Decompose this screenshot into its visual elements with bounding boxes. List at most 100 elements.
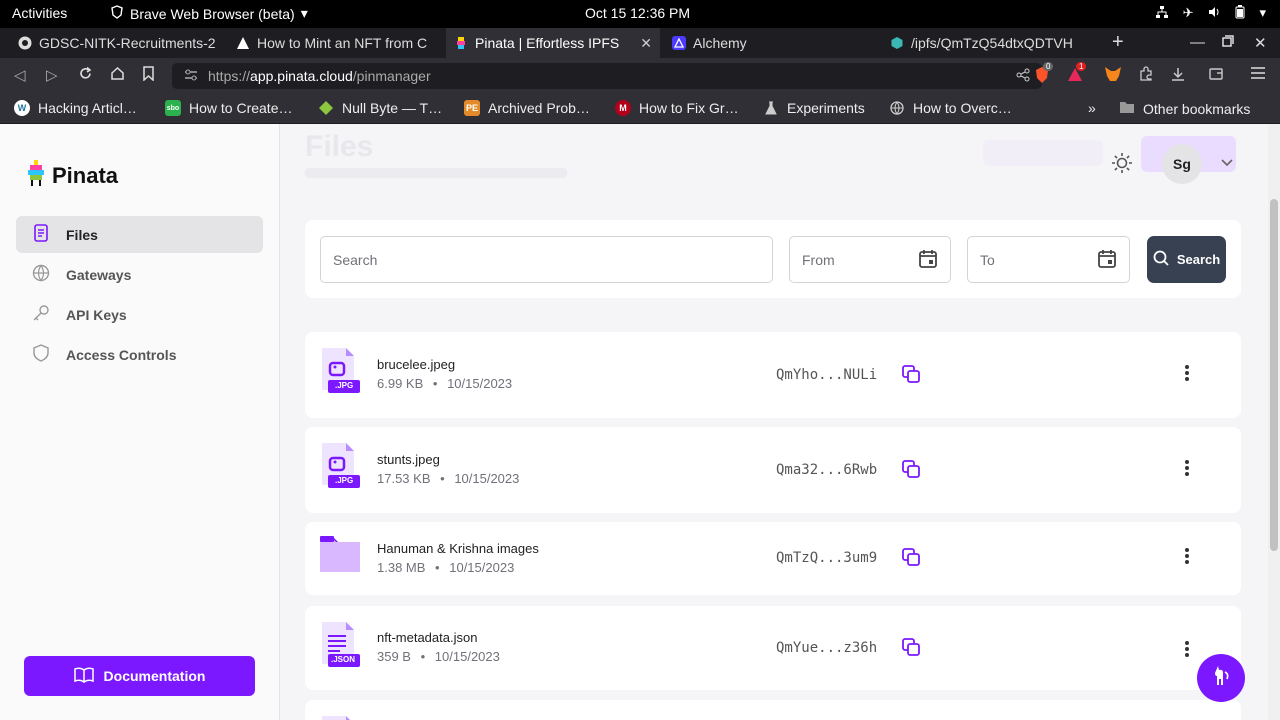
close-tab-icon[interactable]: ✕ xyxy=(640,35,652,52)
search-input[interactable]: Search xyxy=(320,236,773,283)
sun-icon[interactable] xyxy=(1111,152,1133,179)
bookmark-item[interactable]: W Hacking Articl… xyxy=(14,100,137,116)
to-date-field[interactable]: To xyxy=(967,236,1130,283)
documentation-button[interactable]: Documentation xyxy=(24,656,255,696)
more-bookmarks-button[interactable]: » xyxy=(1088,100,1096,116)
copy-icon[interactable] xyxy=(901,547,921,572)
app-name: Brave Web Browser (beta) xyxy=(130,5,295,22)
forward-button[interactable]: ▷ xyxy=(46,66,58,84)
avatar[interactable]: Sg xyxy=(1162,144,1202,184)
globe-icon xyxy=(32,264,50,285)
file-icon xyxy=(32,224,50,245)
copy-icon[interactable] xyxy=(901,459,921,484)
back-button[interactable]: ◁ xyxy=(14,66,26,84)
app-menu[interactable]: Brave Web Browser (beta) ▾ xyxy=(110,5,308,22)
search-button[interactable]: Search xyxy=(1147,236,1226,283)
scrollbar-thumb[interactable] xyxy=(1270,199,1278,551)
meta-separator: • xyxy=(440,471,445,486)
url-bar[interactable]: https://app.pinata.cloud/pinmanager xyxy=(172,63,1042,89)
site-settings-icon[interactable] xyxy=(184,68,198,85)
sidebar-item-access-controls[interactable]: Access Controls xyxy=(16,336,263,373)
more-options-icon[interactable] xyxy=(1185,640,1189,663)
extensions-icon[interactable] xyxy=(1138,66,1154,85)
calendar-icon[interactable] xyxy=(1097,249,1117,272)
system-tray[interactable]: ✈ ▾ xyxy=(1155,5,1266,22)
brave-rewards-icon[interactable]: 1 xyxy=(1066,62,1087,87)
llama-icon xyxy=(1210,664,1232,693)
page-scrollbar[interactable] xyxy=(1268,124,1280,720)
bookmark-item[interactable]: How to Overc… xyxy=(889,100,1012,116)
table-row[interactable]: .JSON nft-metadata.json 359 B • 10/15/20… xyxy=(305,606,1241,690)
reload-button[interactable] xyxy=(78,66,93,85)
folder-icon xyxy=(320,536,360,579)
file-date: 10/15/2023 xyxy=(434,649,500,664)
help-chat-button[interactable] xyxy=(1197,654,1245,702)
sidebar-item-files[interactable]: Files xyxy=(16,216,263,253)
minimize-button[interactable]: — xyxy=(1190,34,1205,51)
hamburger-menu-icon[interactable] xyxy=(1250,66,1266,83)
share-icon[interactable] xyxy=(1016,68,1030,85)
more-options-icon[interactable] xyxy=(1185,364,1189,387)
folder-name[interactable]: Hanuman & Krishna images xyxy=(377,541,539,556)
download-icon[interactable] xyxy=(1170,66,1186,85)
file-name[interactable]: nft-metadata.json xyxy=(377,630,477,645)
more-options-icon[interactable] xyxy=(1185,547,1189,570)
triangle-logo-icon xyxy=(236,36,250,50)
file-meta: 6.99 KB • 10/15/2023 xyxy=(377,376,512,391)
metamask-icon[interactable] xyxy=(1104,66,1122,85)
table-row-partial[interactable] xyxy=(305,700,1241,720)
pinata-logo[interactable]: Pinata xyxy=(28,160,118,192)
bookmark-label: How to Create… xyxy=(189,100,293,116)
bookmark-item[interactable]: Null Byte — T… xyxy=(318,100,442,116)
bookmark-button[interactable] xyxy=(142,66,155,85)
chevron-down-icon[interactable] xyxy=(1221,154,1233,170)
from-date-field[interactable]: From xyxy=(789,236,951,283)
file-name[interactable]: stunts.jpeg xyxy=(377,452,440,467)
maximize-button[interactable] xyxy=(1222,34,1234,51)
file-size: 17.53 KB xyxy=(377,471,431,486)
brave-shields-icon[interactable]: 0 xyxy=(1033,62,1054,87)
copy-icon[interactable] xyxy=(901,637,921,662)
main-content: Files Sg Search From To Search .JPG bruc… xyxy=(281,124,1268,720)
bookmark-item[interactable]: PE Archived Prob… xyxy=(464,100,590,116)
table-row[interactable]: .JPG brucelee.jpeg 6.99 KB • 10/15/2023 … xyxy=(305,332,1241,418)
bookmark-label: How to Fix Gr… xyxy=(639,100,739,116)
file-name[interactable]: brucelee.jpeg xyxy=(377,357,455,372)
sidebar-item-label: API Keys xyxy=(66,306,127,323)
bookmark-label: Other bookmarks xyxy=(1143,100,1251,117)
sbo-icon: sbo xyxy=(165,100,181,116)
new-tab-button[interactable]: + xyxy=(1112,31,1124,54)
close-window-button[interactable]: ✕ xyxy=(1254,34,1267,52)
tab-title: Alchemy xyxy=(693,35,747,51)
bookmark-item[interactable]: sbo How to Create… xyxy=(165,100,292,116)
other-bookmarks-folder[interactable]: Other bookmarks xyxy=(1119,100,1250,117)
page-subtitle-faded xyxy=(305,168,567,178)
jpg-file-icon: .JPG xyxy=(320,441,362,496)
file-date: 10/15/2023 xyxy=(454,471,520,486)
file-type-badge: .JPG xyxy=(335,476,354,485)
table-row[interactable]: Hanuman & Krishna images 1.38 MB • 10/15… xyxy=(305,522,1241,595)
tab-ipfs[interactable]: /ipfs/QmTzQ54dtxQDTVH xyxy=(882,28,1092,58)
search-panel: Search From To Search xyxy=(305,220,1241,298)
documentation-label: Documentation xyxy=(103,668,206,684)
tab-github[interactable]: GDSC-NITK-Recruitments-2 xyxy=(10,28,222,58)
calendar-icon[interactable] xyxy=(918,249,938,272)
tab-mint-nft[interactable]: How to Mint an NFT from C xyxy=(228,28,440,58)
clock[interactable]: Oct 15 12:36 PM xyxy=(585,5,690,21)
tab-alchemy[interactable]: Alchemy xyxy=(664,28,876,58)
copy-icon[interactable] xyxy=(901,364,921,389)
file-icon xyxy=(320,714,362,720)
tab-pinata[interactable]: Pinata | Effortless IPFS ✕ xyxy=(446,28,660,58)
tab-bar: GDSC-NITK-Recruitments-2 How to Mint an … xyxy=(0,28,1280,58)
activities-button[interactable]: Activities xyxy=(12,5,67,21)
bookmark-item[interactable]: Experiments xyxy=(763,100,865,116)
wallet-icon[interactable] xyxy=(1208,66,1224,85)
bookmark-label: Experiments xyxy=(787,100,865,116)
file-type-badge: .JPG xyxy=(335,381,354,390)
sidebar-item-gateways[interactable]: Gateways xyxy=(16,256,263,293)
more-options-icon[interactable] xyxy=(1185,459,1189,482)
sidebar-item-api-keys[interactable]: API Keys xyxy=(16,296,263,333)
table-row[interactable]: .JPG stunts.jpeg 17.53 KB • 10/15/2023 Q… xyxy=(305,427,1241,513)
home-button[interactable] xyxy=(110,66,125,85)
bookmark-item[interactable]: M How to Fix Gr… xyxy=(615,100,739,116)
